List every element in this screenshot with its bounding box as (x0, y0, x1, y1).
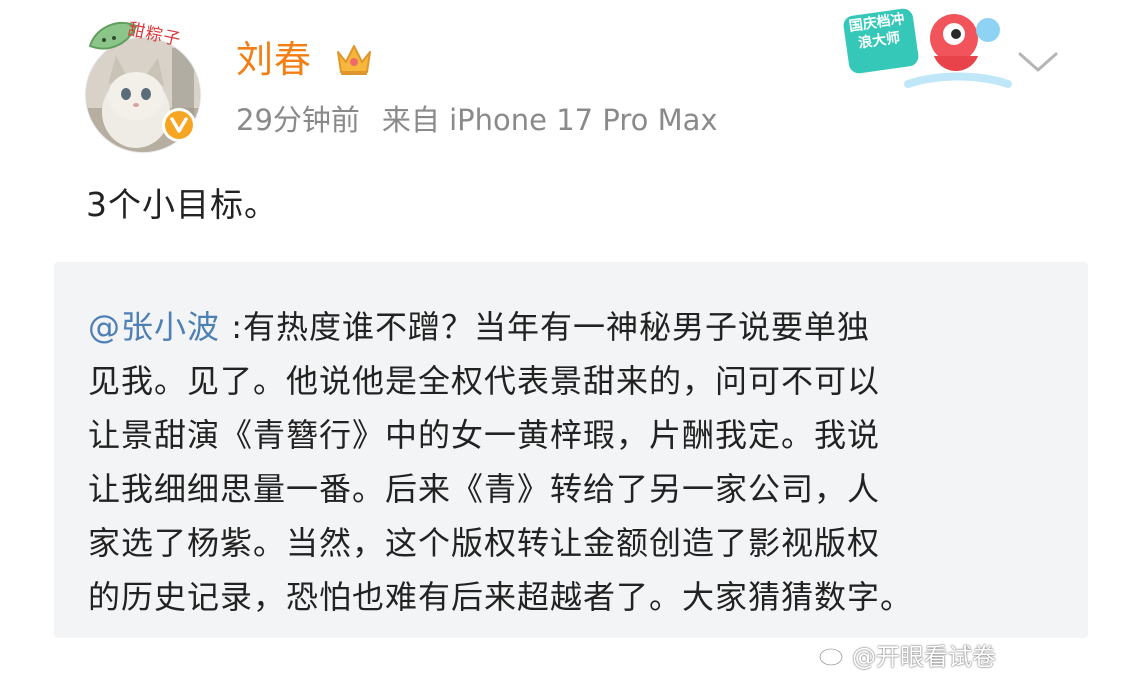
username[interactable]: 刘春 (236, 36, 312, 84)
post-time: 29分钟前 (236, 103, 360, 137)
weibo-post-screenshot: 甜粽子 刘春 29分钟前 来自 iPhone 17 Pro Max 国庆档冲浪大师… (0, 0, 1123, 679)
weibo-logo-icon (818, 644, 847, 667)
post-source: 来自 iPhone 17 Pro Max (381, 103, 718, 137)
mention-link[interactable]: @张小波 (88, 308, 220, 346)
repost-text: :有热度谁不蹭？当年有一神秘男子说要单独 见我。见了。他说他是全权代表景甜来的，… (88, 308, 914, 616)
watermark-text: @开眼看试卷 (852, 642, 996, 671)
chevron-down-icon[interactable] (1016, 46, 1060, 76)
watermark: @开眼看试卷 (818, 636, 996, 672)
repost-card[interactable]: @张小波 :有热度谁不蹭？当年有一神秘男子说要单独 见我。见了。他说他是全权代表… (54, 262, 1088, 638)
verified-badge-icon (162, 108, 196, 142)
post-text: 3个小目标。 (86, 185, 278, 224)
crown-icon (337, 45, 371, 75)
post-meta: 29分钟前 来自 iPhone 17 Pro Max (236, 100, 718, 140)
repost-body: @张小波 :有热度谁不蹭？当年有一神秘男子说要单独 见我。见了。他说他是全权代表… (88, 300, 1058, 624)
